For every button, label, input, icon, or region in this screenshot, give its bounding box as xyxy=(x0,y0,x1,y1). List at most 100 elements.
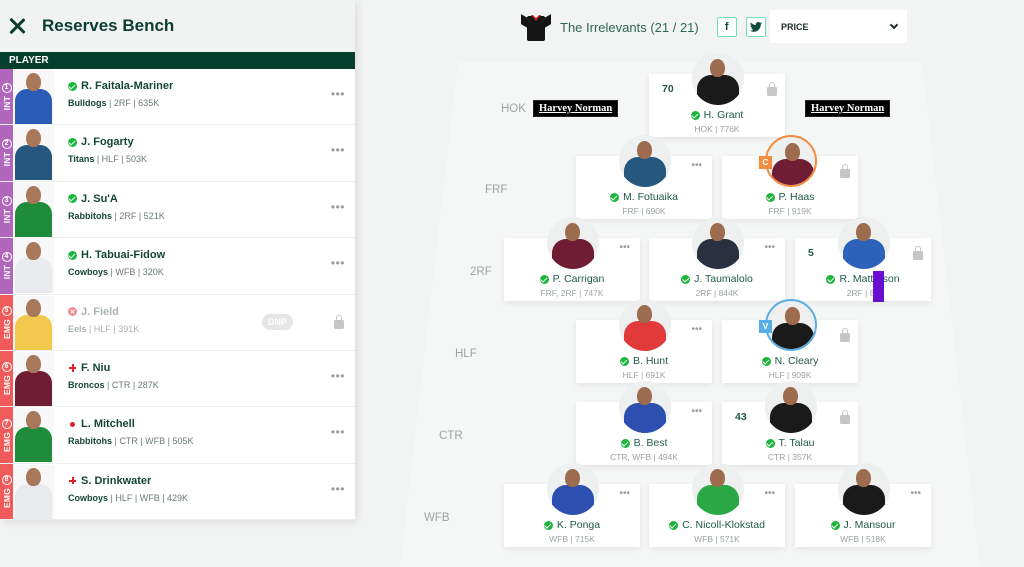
twitter-share-button[interactable] xyxy=(745,17,766,37)
player-name[interactable]: S. Drinkwater xyxy=(81,475,151,487)
player-card[interactable]: ••• K. Ponga WFB | 715K xyxy=(504,463,640,547)
player-name[interactable]: L. Mitchell xyxy=(81,418,135,430)
more-options-icon[interactable]: ••• xyxy=(331,426,345,438)
slot-tag: 7 EMG xyxy=(0,407,13,463)
lock-icon xyxy=(840,410,850,424)
bench-player-row[interactable]: 7 EMG L. Mitchell Rabbitohs | CTR | WFB | 5… xyxy=(0,407,355,464)
slot-number: 4 xyxy=(1,252,12,263)
player-info: R. Faitala-Mariner Bulldogs | 2RF | 635K xyxy=(68,80,173,108)
player-card[interactable]: 5 R. Matterson 2RF | 88 xyxy=(795,217,931,301)
player-name[interactable]: P. Haas xyxy=(779,191,815,203)
player-avatar xyxy=(692,217,744,269)
status-playing-icon xyxy=(68,137,77,147)
status-playing-icon xyxy=(669,520,679,530)
player-name[interactable]: H. Tabuai-Fidow xyxy=(81,249,165,261)
facebook-share-button[interactable]: f xyxy=(716,17,737,37)
bench-player-row[interactable]: 6 EMG F. Niu Broncos | CTR | 287K ••• xyxy=(0,350,355,408)
player-meta: | 2RF | 635K xyxy=(106,98,160,108)
player-card[interactable]: 70 H. Grant HOK | 776K xyxy=(649,53,785,137)
player-card[interactable]: V N. Cleary HLF | 909K xyxy=(722,299,858,383)
bench-player-row[interactable]: 3 INT J. Su'A Rabbitohs | 2RF | 521K ••• xyxy=(0,181,355,239)
more-options-icon[interactable]: ••• xyxy=(331,88,345,100)
more-options-icon[interactable]: ••• xyxy=(764,243,775,253)
player-avatar xyxy=(619,299,671,351)
player-name[interactable]: B. Best xyxy=(634,437,668,449)
slot-number: 5 xyxy=(1,305,12,316)
player-card[interactable]: ••• B. Hunt HLF | 691K xyxy=(576,299,712,383)
player-info: S. Drinkwater Cowboys | HLF | WFB | 429K xyxy=(68,475,188,503)
more-options-icon[interactable]: ••• xyxy=(691,407,702,417)
player-name[interactable]: C. Nicoll-Klokstad xyxy=(682,519,765,531)
player-name[interactable]: M. Fotuaika xyxy=(623,191,678,203)
player-team: Cowboys xyxy=(68,492,109,503)
player-card[interactable]: C P. Haas FRF | 919K xyxy=(722,135,858,219)
player-card[interactable]: ••• J. Mansour WFB | 518K xyxy=(795,463,931,547)
player-meta: FRF | 690K xyxy=(622,206,666,216)
more-options-icon[interactable]: ••• xyxy=(691,161,702,171)
player-name[interactable]: N. Cleary xyxy=(775,355,819,367)
player-name[interactable]: J. Field xyxy=(81,306,119,318)
position-label-hlf: HLF xyxy=(455,348,477,360)
player-avatar xyxy=(838,463,890,515)
more-options-icon[interactable]: ••• xyxy=(331,483,345,495)
more-options-icon[interactable]: ••• xyxy=(764,489,775,499)
status-playing-icon xyxy=(765,438,775,448)
player-info: L. Mitchell Rabbitohs | CTR | WFB | 505K xyxy=(68,418,194,446)
status-playing-icon xyxy=(765,192,775,202)
more-options-icon[interactable]: ••• xyxy=(619,489,630,499)
more-options-icon[interactable]: ••• xyxy=(331,257,345,269)
more-options-icon[interactable]: ••• xyxy=(910,489,921,499)
slot-tag: 5 EMG xyxy=(0,294,13,350)
more-options-icon[interactable]: ••• xyxy=(331,201,345,213)
position-label-ctr: CTR xyxy=(439,430,463,442)
more-options-icon[interactable]: ••• xyxy=(619,243,630,253)
slot-type: INT xyxy=(1,208,12,224)
player-name[interactable]: J. Su'A xyxy=(81,193,118,205)
player-name[interactable]: K. Ponga xyxy=(557,519,600,531)
player-name[interactable]: B. Hunt xyxy=(633,355,668,367)
player-name[interactable]: J. Taumalolo xyxy=(694,273,753,285)
status-playing-icon xyxy=(539,274,549,284)
player-name[interactable]: J. Mansour xyxy=(844,519,896,531)
slot-type: INT xyxy=(1,265,12,280)
player-name[interactable]: P. Carrigan xyxy=(553,273,605,285)
bench-player-row[interactable]: 5 EMG J. Field Eels | HLF | 391K DNP xyxy=(0,294,355,351)
bench-player-row[interactable]: 8 EMG S. Drinkwater Cowboys | HLF | WFB | 4… xyxy=(0,463,355,521)
player-name[interactable]: T. Talau xyxy=(779,437,815,449)
player-name[interactable]: R. Faitala-Mariner xyxy=(81,80,173,92)
sort-dropdown[interactable]: PRICE xyxy=(770,10,907,43)
bench-player-row[interactable]: 2 INT J. Fogarty Titans | HLF | 503K ••• xyxy=(0,125,355,182)
player-name[interactable]: H. Grant xyxy=(704,109,744,121)
status-not-selected-icon xyxy=(68,307,77,317)
slot-tag: 1 INT xyxy=(0,69,13,125)
close-icon[interactable] xyxy=(8,17,26,35)
player-card[interactable]: 43 T. Talau CTR | 357K xyxy=(722,381,858,465)
player-name[interactable]: F. Niu xyxy=(81,362,110,374)
player-meta: WFB | 518K xyxy=(840,534,886,544)
more-options-icon[interactable]: ••• xyxy=(331,370,345,382)
slot-tag: 6 EMG xyxy=(0,350,13,407)
bench-player-row[interactable]: 1 INT R. Faitala-Mariner Bulldogs | 2RF | 6… xyxy=(0,69,355,126)
player-meta: | HLF | 503K xyxy=(94,154,148,165)
player-name[interactable]: R. Matterson xyxy=(839,273,899,285)
player-card[interactable]: ••• P. Carrigan FRF, 2RF | 747K xyxy=(504,217,640,301)
more-options-icon[interactable]: ••• xyxy=(691,325,702,335)
player-card[interactable]: ••• B. Best CTR, WFB | 494K xyxy=(576,381,712,465)
player-avatar xyxy=(765,299,817,351)
player-name[interactable]: J. Fogarty xyxy=(81,136,134,148)
player-photo xyxy=(13,351,54,406)
player-card[interactable]: ••• C. Nicoll-Klokstad WFB | 571K xyxy=(649,463,785,547)
player-meta: | CTR | 287K xyxy=(104,379,159,390)
status-playing-icon xyxy=(543,520,553,530)
facebook-icon: f xyxy=(724,21,729,33)
player-card[interactable]: ••• M. Fotuaika FRF | 690K xyxy=(576,135,712,219)
slot-number: 1 xyxy=(1,83,12,94)
player-card[interactable]: ••• J. Taumalolo 2RF | 844K xyxy=(649,217,785,301)
player-info: F. Niu Broncos | CTR | 287K xyxy=(68,362,159,390)
more-options-icon[interactable]: ••• xyxy=(331,144,345,156)
status-doubtful-icon xyxy=(68,420,77,429)
position-label-wfb: WFB xyxy=(424,512,450,524)
status-playing-icon xyxy=(681,274,691,284)
position-label-hok: HOK xyxy=(501,103,526,115)
bench-player-row[interactable]: 4 INT H. Tabuai-Fidow Cowboys | WFB | 320K •… xyxy=(0,238,355,295)
